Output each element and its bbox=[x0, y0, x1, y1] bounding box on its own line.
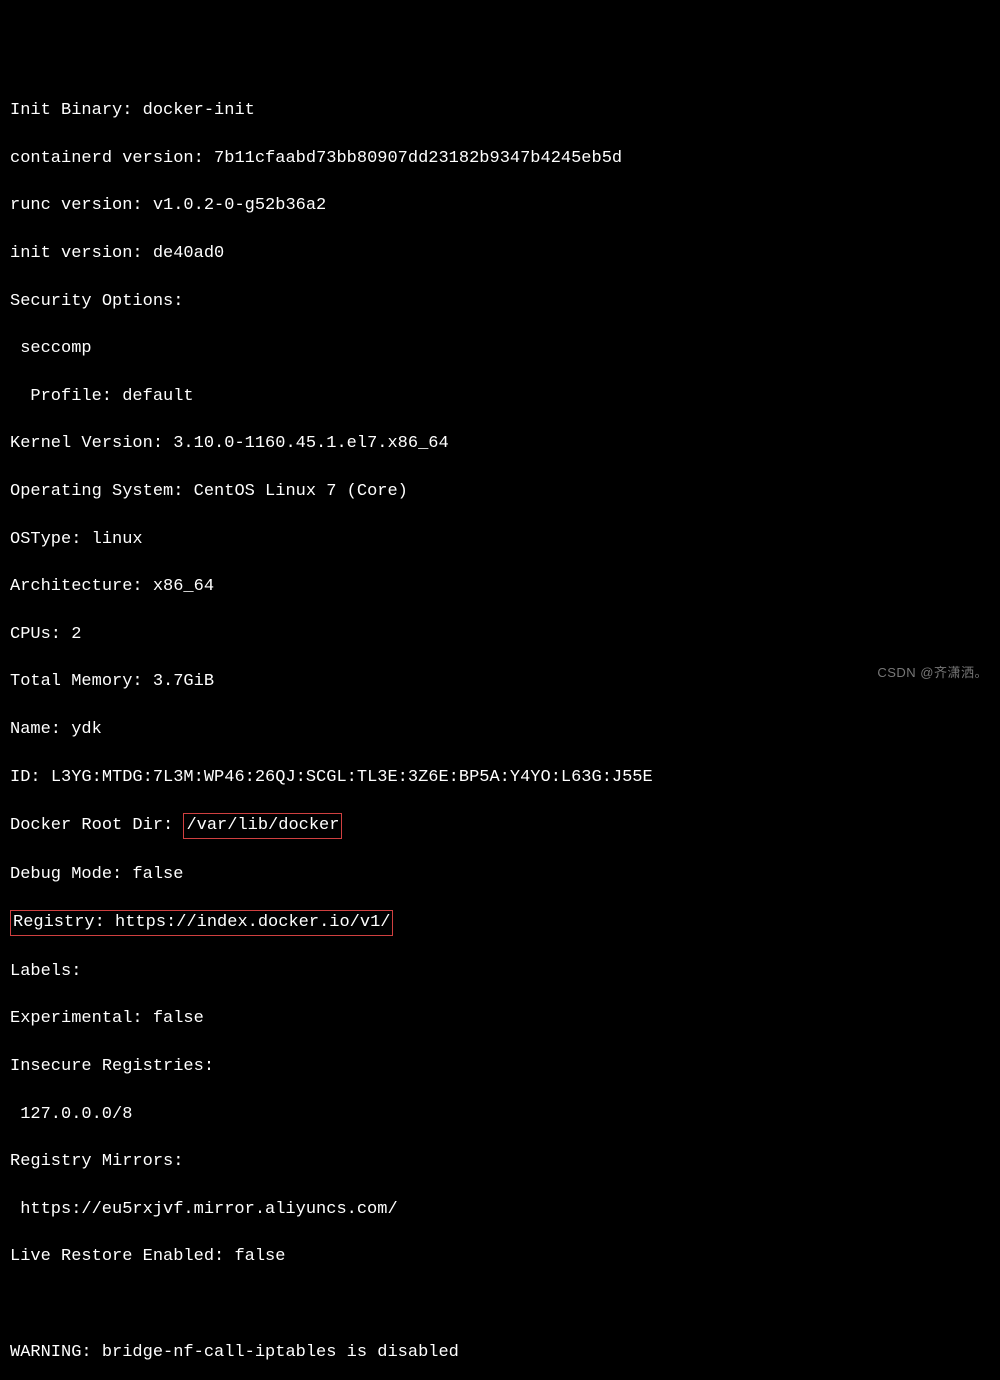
name-label: Name: bbox=[10, 720, 71, 739]
labels-line: Labels: bbox=[10, 960, 990, 984]
total-memory-line: Total Memory: 3.7GiB bbox=[10, 670, 990, 694]
registry-value: https://index.docker.io/v1/ bbox=[115, 913, 390, 932]
live-restore-label: Live Restore Enabled: bbox=[10, 1247, 234, 1266]
init-version-value: de40ad0 bbox=[153, 244, 224, 263]
experimental-value: false bbox=[153, 1009, 204, 1028]
debug-mode-label: Debug Mode: bbox=[10, 865, 132, 884]
runc-version-label: runc version: bbox=[10, 196, 153, 215]
cpus-value: 2 bbox=[71, 625, 81, 644]
kernel-version-line: Kernel Version: 3.10.0-1160.45.1.el7.x86… bbox=[10, 432, 990, 456]
kernel-version-label: Kernel Version: bbox=[10, 434, 173, 453]
containerd-version-value: 7b11cfaabd73bb80907dd23182b9347b4245eb5d bbox=[214, 149, 622, 168]
registry-label: Registry: bbox=[13, 913, 115, 932]
init-binary-value: docker-init bbox=[143, 101, 255, 120]
registry-mirror-item-value: https://eu5rxjvf.mirror.aliyuncs.com/ bbox=[20, 1200, 397, 1219]
registry-highlight: Registry: https://index.docker.io/v1/ bbox=[10, 910, 393, 936]
name-line: Name: ydk bbox=[10, 718, 990, 742]
labels-label: Labels: bbox=[10, 962, 81, 981]
init-version-line: init version: de40ad0 bbox=[10, 242, 990, 266]
cpus-line: CPUs: 2 bbox=[10, 623, 990, 647]
profile-line: Profile: default bbox=[10, 385, 990, 409]
insecure-registries-line: Insecure Registries: bbox=[10, 1055, 990, 1079]
registry-mirror-item-line: https://eu5rxjvf.mirror.aliyuncs.com/ bbox=[10, 1198, 990, 1222]
warning-iptables-value: WARNING: bridge-nf-call-iptables is disa… bbox=[10, 1343, 459, 1362]
init-version-label: init version: bbox=[10, 244, 153, 263]
init-binary-label: Init Binary: bbox=[10, 101, 143, 120]
registry-line: Registry: https://index.docker.io/v1/ bbox=[10, 910, 990, 936]
id-line: ID: L3YG:MTDG:7L3M:WP46:26QJ:SCGL:TL3E:3… bbox=[10, 766, 990, 790]
docker-root-dir-label: Docker Root Dir: bbox=[10, 816, 183, 835]
ostype-value: linux bbox=[92, 530, 143, 549]
architecture-value: x86_64 bbox=[153, 577, 214, 596]
csdn-watermark: CSDN @齐潇洒。 bbox=[877, 664, 988, 682]
security-options-line: Security Options: bbox=[10, 290, 990, 314]
total-memory-value: 3.7GiB bbox=[153, 672, 214, 691]
operating-system-label: Operating System: bbox=[10, 482, 194, 501]
docker-root-dir-line: Docker Root Dir: /var/lib/docker bbox=[10, 813, 990, 839]
ostype-line: OSType: linux bbox=[10, 528, 990, 552]
debug-mode-value: false bbox=[132, 865, 183, 884]
ostype-label: OSType: bbox=[10, 530, 92, 549]
registry-mirrors-line: Registry Mirrors: bbox=[10, 1150, 990, 1174]
blank-line bbox=[10, 1293, 990, 1317]
live-restore-line: Live Restore Enabled: false bbox=[10, 1245, 990, 1269]
containerd-version-line: containerd version: 7b11cfaabd73bb80907d… bbox=[10, 147, 990, 171]
operating-system-line: Operating System: CentOS Linux 7 (Core) bbox=[10, 480, 990, 504]
id-label: ID: bbox=[10, 768, 51, 787]
warning-iptables-line: WARNING: bridge-nf-call-iptables is disa… bbox=[10, 1341, 990, 1365]
experimental-label: Experimental: bbox=[10, 1009, 153, 1028]
name-value: ydk bbox=[71, 720, 102, 739]
docker-root-dir-value: /var/lib/docker bbox=[186, 816, 339, 835]
operating-system-value: CentOS Linux 7 (Core) bbox=[194, 482, 408, 501]
seccomp-value: seccomp bbox=[20, 339, 91, 358]
total-memory-label: Total Memory: bbox=[10, 672, 153, 691]
runc-version-value: v1.0.2-0-g52b36a2 bbox=[153, 196, 326, 215]
experimental-line: Experimental: false bbox=[10, 1007, 990, 1031]
init-binary-line: Init Binary: docker-init bbox=[10, 99, 990, 123]
insecure-registries-label: Insecure Registries: bbox=[10, 1057, 214, 1076]
debug-mode-line: Debug Mode: false bbox=[10, 863, 990, 887]
architecture-label: Architecture: bbox=[10, 577, 153, 596]
profile-value: default bbox=[122, 387, 193, 406]
architecture-line: Architecture: x86_64 bbox=[10, 575, 990, 599]
insecure-registry-item-line: 127.0.0.0/8 bbox=[10, 1103, 990, 1127]
registry-mirrors-label: Registry Mirrors: bbox=[10, 1152, 183, 1171]
seccomp-line: seccomp bbox=[10, 337, 990, 361]
docker-root-dir-highlight: /var/lib/docker bbox=[183, 813, 342, 839]
cpus-label: CPUs: bbox=[10, 625, 71, 644]
profile-label: Profile: bbox=[30, 387, 122, 406]
containerd-version-label: containerd version: bbox=[10, 149, 214, 168]
id-value: L3YG:MTDG:7L3M:WP46:26QJ:SCGL:TL3E:3Z6E:… bbox=[51, 768, 653, 787]
live-restore-value: false bbox=[234, 1247, 285, 1266]
kernel-version-value: 3.10.0-1160.45.1.el7.x86_64 bbox=[173, 434, 448, 453]
security-options-label: Security Options: bbox=[10, 292, 183, 311]
runc-version-line: runc version: v1.0.2-0-g52b36a2 bbox=[10, 194, 990, 218]
insecure-registry-item-value: 127.0.0.0/8 bbox=[20, 1105, 132, 1124]
